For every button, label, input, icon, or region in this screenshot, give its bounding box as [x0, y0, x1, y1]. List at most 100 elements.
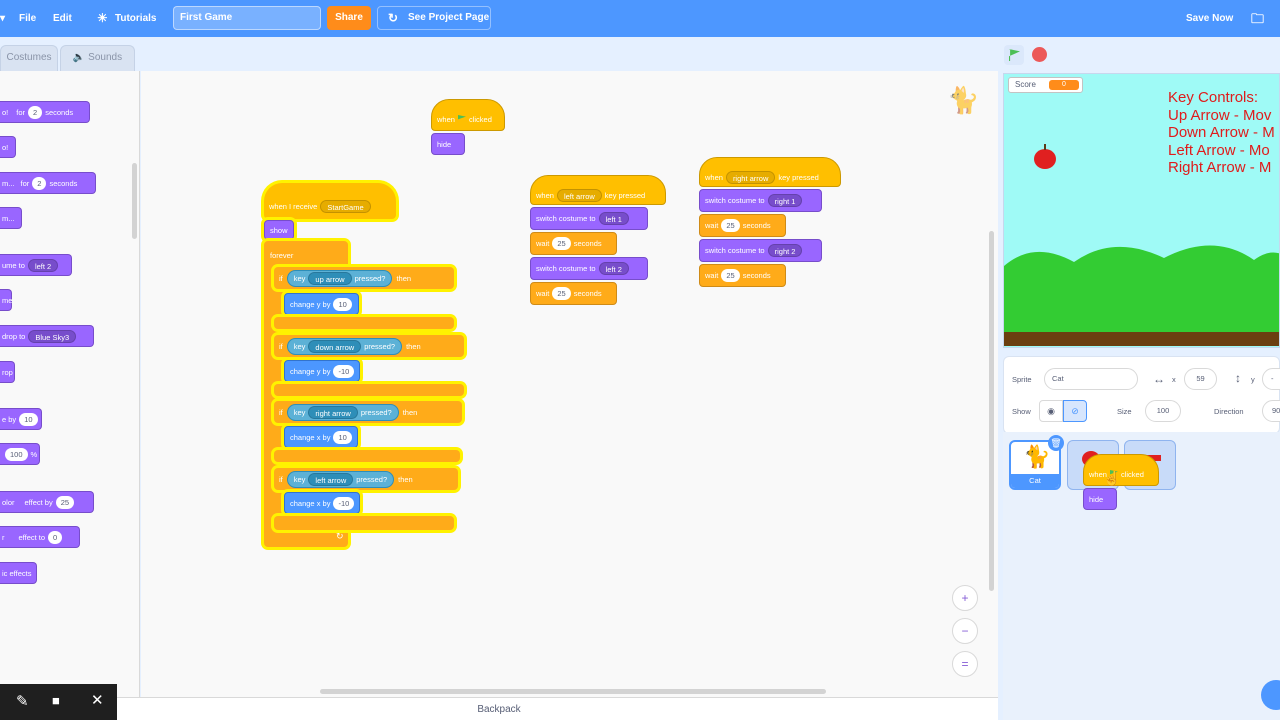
palette-block[interactable]: r effect to 0	[0, 526, 80, 548]
hand-cursor-icon: ☝	[1103, 470, 1121, 486]
ground-hills	[1004, 245, 1279, 346]
switch-costume-block[interactable]: switch costume to right 2	[699, 239, 822, 262]
change-x-block[interactable]: change x by -10	[284, 492, 360, 514]
palette-scrollbar[interactable]	[132, 163, 137, 239]
if-end	[274, 516, 454, 530]
key-controls-text: Key Controls: Up Arrow - Mov Down Arrow …	[1168, 89, 1275, 177]
refresh-icon: ↻	[388, 11, 399, 25]
loop-arrow-icon: ↻	[336, 531, 344, 541]
when-key-pressed-block[interactable]: when left arrow key pressed	[530, 175, 666, 205]
y-arrows-icon: ↕	[1235, 371, 1241, 385]
key-pressed-sensing: key left arrow pressed?	[286, 470, 395, 488]
stage-header	[1000, 37, 1280, 73]
palette-block[interactable]: e by 10	[0, 408, 42, 430]
save-now-button[interactable]: Save Now	[1186, 0, 1233, 37]
palette-block[interactable]: drop to Blue Sky3	[0, 325, 94, 347]
edit-menu[interactable]: Edit	[53, 0, 72, 37]
when-flag-clicked-block[interactable]: when clicked	[431, 99, 505, 131]
project-title-input[interactable]: First Game	[173, 6, 321, 30]
direction-label: Direction	[1214, 407, 1244, 416]
palette-block[interactable]: m... for 2 seconds	[0, 172, 96, 194]
palette-block[interactable]: ic effects	[0, 562, 37, 584]
if-up-block[interactable]: if key up arrow pressed? then	[274, 267, 454, 289]
zoom-out-icon[interactable]: −	[952, 618, 978, 644]
hide-eye-icon[interactable]: ⊘	[1063, 400, 1087, 422]
zoom-in-icon[interactable]: +	[952, 585, 978, 611]
green-flag-icon	[1009, 49, 1020, 61]
switch-costume-block[interactable]: switch costume to left 1	[530, 207, 648, 230]
palette-block[interactable]: olor effect by 25	[0, 491, 94, 513]
tab-costumes[interactable]: Costumes	[0, 45, 58, 71]
vertical-scrollbar[interactable]	[989, 231, 994, 591]
see-project-page-button[interactable]: ↻ See Project Page	[377, 6, 491, 30]
block-palette: o! for 2 seconds o! m... for 2 seconds m... um…	[0, 71, 140, 697]
key-pressed-sensing: key up arrow pressed?	[286, 269, 393, 287]
wait-block[interactable]: wait 25 seconds	[699, 214, 786, 237]
size-label: Size	[1117, 407, 1132, 416]
score-value: 0	[1049, 80, 1079, 90]
recorder-toolbar: ✎ ■ ✕	[0, 684, 117, 720]
key-pressed-sensing: key down arrow pressed?	[286, 337, 403, 355]
share-button[interactable]: Share	[327, 6, 371, 30]
chevron-down-icon[interactable]: ▾	[0, 0, 5, 37]
tab-sounds[interactable]: 🔈 Sounds	[60, 45, 135, 71]
tutorials-menu[interactable]: Tutorials	[115, 0, 156, 37]
if-left-block[interactable]: if key left arrow pressed? then	[274, 468, 458, 490]
if-end	[274, 384, 464, 396]
backpack-bar[interactable]: Backpack	[0, 697, 998, 720]
code-area[interactable]: when clicked hide when I receive StartGame…	[141, 71, 998, 697]
palette-block[interactable]: 100%	[0, 443, 40, 465]
wait-block[interactable]: wait 25 seconds	[699, 264, 786, 287]
wait-block[interactable]: wait 25 seconds	[530, 282, 617, 305]
direction-input[interactable]: 90	[1262, 400, 1280, 422]
palette-block[interactable]: o!	[0, 136, 16, 158]
change-x-block[interactable]: change x by 10	[284, 426, 358, 448]
horizontal-scrollbar[interactable]	[320, 689, 826, 694]
green-flag-button[interactable]	[1004, 45, 1024, 65]
x-arrows-icon: ↔	[1153, 372, 1165, 386]
switch-costume-block[interactable]: switch costume to left 2	[530, 257, 648, 280]
when-i-receive-block[interactable]: when I receive StartGame	[264, 183, 396, 219]
stage[interactable]: Score 0 Key Controls: Up Arrow - Mov Dow…	[1003, 73, 1280, 348]
tab-sounds-label: Sounds	[88, 52, 123, 63]
change-y-block[interactable]: change y by 10	[284, 293, 359, 315]
cat-icon: 🐈	[1023, 444, 1051, 469]
hide-block[interactable]: hide	[431, 133, 465, 155]
x-position-input[interactable]: 59	[1184, 368, 1217, 390]
palette-block[interactable]: me	[0, 289, 12, 311]
close-icon[interactable]: ✕	[91, 691, 104, 709]
show-label: Show	[1012, 407, 1031, 416]
size-input[interactable]: 100	[1145, 400, 1181, 422]
if-down-block[interactable]: if key down arrow pressed? then	[274, 335, 464, 357]
show-eye-icon[interactable]: ◉	[1039, 400, 1063, 422]
palette-block[interactable]: ume to left 2	[0, 254, 72, 276]
sprite-cat-watermark-icon: 🐈	[947, 85, 980, 115]
sprite-info-pane: Sprite Cat ↔ x 59 ↕ y - Show ◉ ⊘ Size 10…	[1003, 356, 1280, 434]
show-block[interactable]: show	[264, 220, 294, 240]
palette-block[interactable]: rop	[0, 361, 15, 383]
zoom-reset-icon[interactable]: =	[952, 651, 978, 677]
sprite-label: Sprite	[1012, 375, 1032, 384]
when-key-pressed-block[interactable]: when right arrow key pressed	[699, 157, 841, 187]
y-position-input[interactable]: -	[1262, 368, 1280, 390]
sprite-tray: 🐈 Cat 🗑 when clicked hide ☝	[1003, 432, 1280, 720]
palette-block[interactable]: m...	[0, 207, 22, 229]
dragged-when-flag-block[interactable]: when clicked	[1083, 454, 1159, 486]
camera-icon[interactable]: ■	[52, 693, 60, 708]
stop-icon[interactable]	[1032, 47, 1047, 62]
wait-block[interactable]: wait 25 seconds	[530, 232, 617, 255]
if-right-block[interactable]: if key right arrow pressed? then	[274, 401, 462, 423]
score-label: Score	[1015, 80, 1036, 89]
apple-sprite[interactable]	[1034, 149, 1056, 169]
folder-icon[interactable]: 🗀	[1251, 0, 1264, 37]
pen-icon[interactable]: ✎	[16, 692, 29, 710]
switch-costume-block[interactable]: switch costume to right 1	[699, 189, 822, 212]
file-menu[interactable]: File	[19, 0, 36, 37]
dragged-hide-block[interactable]: hide	[1083, 488, 1117, 510]
sprite-name-input[interactable]: Cat	[1044, 368, 1138, 390]
add-sprite-icon[interactable]	[1261, 680, 1280, 710]
palette-block[interactable]: o! for 2 seconds	[0, 101, 90, 123]
change-y-block[interactable]: change y by -10	[284, 360, 360, 382]
delete-icon[interactable]: 🗑	[1048, 435, 1064, 451]
if-end	[274, 317, 454, 329]
